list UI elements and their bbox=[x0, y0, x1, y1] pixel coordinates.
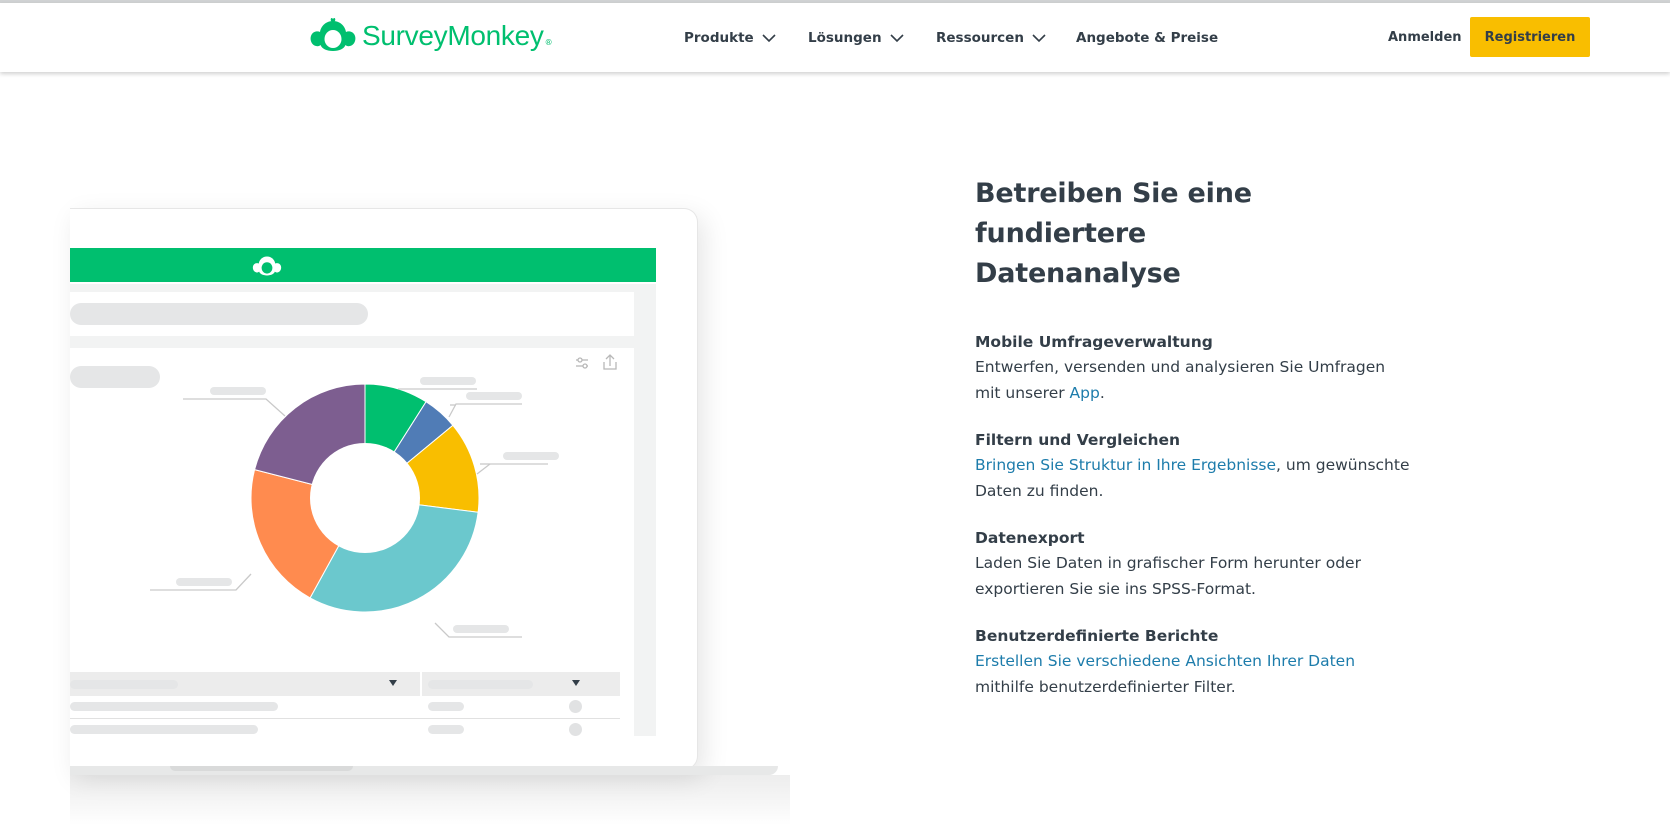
registered-mark: ® bbox=[544, 37, 553, 47]
share-icon bbox=[603, 354, 617, 370]
feature-text: Bringen Sie Struktur in Ihre Ergebnisse,… bbox=[975, 452, 1415, 504]
feature-section: Betreiben Sie eine fundiertere Datenanal… bbox=[975, 174, 1415, 722]
placeholder-bar bbox=[70, 303, 368, 325]
nav-produkte-label: Produkte bbox=[684, 30, 754, 46]
section-headline: Betreiben Sie eine fundiertere Datenanal… bbox=[975, 174, 1415, 294]
feature-text: Erstellen Sie verschiedene Ansichten Ihr… bbox=[975, 648, 1415, 700]
headline-line-1: Betreiben Sie eine fundiertere bbox=[975, 178, 1252, 249]
headline-line-2: Datenanalyse bbox=[975, 258, 1181, 289]
laptop-shadow bbox=[70, 775, 790, 825]
nav-produkte[interactable]: Produkte bbox=[684, 30, 776, 46]
brand-logo[interactable]: SurveyMonkey ® bbox=[308, 17, 553, 55]
app-link[interactable]: App bbox=[1070, 384, 1100, 402]
screen-bezel bbox=[70, 736, 670, 766]
feature-title: Datenexport bbox=[975, 529, 1085, 547]
brand-name: SurveyMonkey bbox=[362, 20, 544, 51]
feature-text-part: mithilfe benutzerdefinierter Filter. bbox=[975, 678, 1236, 696]
surveymonkey-logo-icon bbox=[310, 17, 356, 51]
nav-ressourcen-label: Ressourcen bbox=[936, 30, 1024, 46]
placeholder-bar bbox=[70, 680, 178, 689]
chevron-down-icon bbox=[762, 33, 776, 42]
filter-icon bbox=[576, 357, 588, 369]
feature-export: Datenexport Laden Sie Daten in grafische… bbox=[975, 526, 1415, 602]
custom-views-link[interactable]: Erstellen Sie verschiedene Ansichten Ihr… bbox=[975, 652, 1355, 670]
donut-chart-illustration bbox=[150, 354, 617, 638]
nav-angebote-preise[interactable]: Angebote & Preise bbox=[1076, 30, 1218, 46]
placeholder-bar bbox=[70, 702, 278, 711]
feature-title: Benutzerdefinierte Berichte bbox=[975, 627, 1219, 645]
feature-filter: Filtern und Vergleichen Bringen Sie Stru… bbox=[975, 428, 1415, 504]
laptop-notch bbox=[170, 766, 353, 771]
donut-hole bbox=[310, 443, 420, 553]
placeholder-bar bbox=[428, 680, 533, 689]
site-header: SurveyMonkey ® Produkte Lösungen Ressour… bbox=[0, 3, 1670, 72]
chevron-down-icon bbox=[1032, 33, 1046, 42]
column-divider bbox=[420, 672, 422, 736]
row-circle bbox=[569, 700, 582, 713]
signup-button[interactable]: Registrieren bbox=[1470, 17, 1590, 57]
placeholder-bar bbox=[428, 725, 464, 734]
feature-title: Mobile Umfrageverwaltung bbox=[975, 333, 1213, 351]
dashboard-header-bar bbox=[70, 248, 656, 282]
nav-loesungen[interactable]: Lösungen bbox=[808, 30, 904, 46]
signin-link[interactable]: Anmelden bbox=[1388, 30, 1462, 45]
feature-reports: Benutzerdefinierte Berichte Erstellen Si… bbox=[975, 624, 1415, 700]
placeholder-bar bbox=[70, 725, 258, 734]
nav-ressourcen[interactable]: Ressourcen bbox=[936, 30, 1046, 46]
structure-results-link[interactable]: Bringen Sie Struktur in Ihre Ergebnisse bbox=[975, 456, 1276, 474]
feature-title: Filtern und Vergleichen bbox=[975, 431, 1181, 449]
surveymonkey-logo-icon bbox=[252, 256, 282, 276]
nav-angebote-preise-label: Angebote & Preise bbox=[1076, 30, 1219, 46]
dropdown-arrow-icon bbox=[572, 680, 580, 686]
feature-text-part: . bbox=[1099, 384, 1105, 402]
row-divider bbox=[70, 718, 620, 719]
dropdown-arrow-icon bbox=[389, 680, 397, 686]
row-circle bbox=[569, 723, 582, 736]
feature-mobile: Mobile Umfrageverwaltung Entwerfen, vers… bbox=[975, 330, 1415, 406]
chevron-down-icon bbox=[890, 33, 904, 42]
placeholder-bar bbox=[428, 702, 464, 711]
feature-text-part: Entwerfen, versenden und analysieren Sie… bbox=[975, 358, 1386, 402]
feature-text: Laden Sie Daten in grafischer Form herun… bbox=[975, 554, 1361, 598]
nav-loesungen-label: Lösungen bbox=[808, 30, 882, 46]
feature-text: Entwerfen, versenden und analysieren Sie… bbox=[975, 354, 1415, 406]
